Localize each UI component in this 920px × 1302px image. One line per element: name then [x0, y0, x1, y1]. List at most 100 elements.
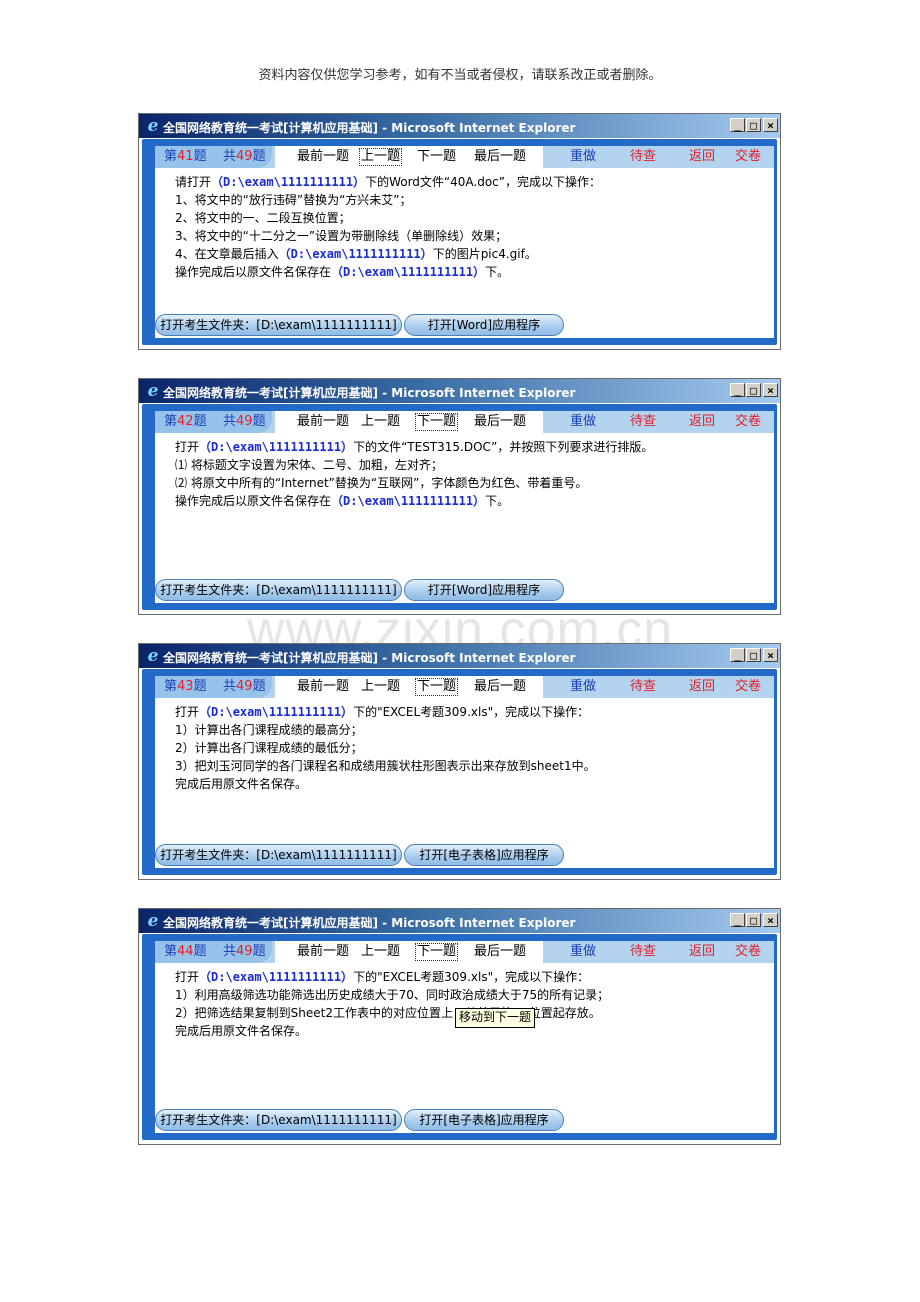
open-student-folder-button[interactable]: 打开考生文件夹：[D:\exam\1111111111] [155, 579, 402, 601]
line-text: 1）计算出各门课程成绩的最高分； [175, 723, 363, 737]
prev-question-button[interactable]: 上一题 [359, 148, 403, 166]
submit-button[interactable]: 交卷 [735, 944, 761, 960]
close-icon[interactable]: × [763, 648, 778, 662]
open-application-button[interactable]: 打开[Word]应用程序 [404, 314, 564, 336]
open-application-button[interactable]: 打开[电子表格]应用程序 [404, 844, 564, 866]
question-counter: 第44题 共49题 [155, 941, 272, 963]
last-question-button[interactable]: 最后一题 [472, 414, 528, 430]
maximize-icon[interactable]: □ [746, 913, 761, 927]
prev-question-button[interactable]: 上一题 [359, 414, 402, 430]
minimize-icon[interactable]: _ [730, 913, 745, 927]
window-title: 全国网络教育统一考试[计算机应用基础] - Microsoft Internet… [163, 121, 576, 135]
question-line: 操作完成后以原文件名保存在（D:\exam\1111111111）下。 [175, 263, 765, 281]
window-titlebar[interactable]: e 全国网络教育统一考试[计算机应用基础] - Microsoft Intern… [139, 379, 780, 403]
question-nav-bar: 第42题 共49题 最前一题 上一题 下一题 最后一题 重做 待查 返回 交卷 [155, 411, 774, 433]
first-question-button[interactable]: 最前一题 [295, 414, 351, 430]
current-question: 第41题 [164, 149, 207, 164]
back-button[interactable]: 返回 [689, 944, 715, 960]
question-line: 完成后用原文件名保存。 [175, 775, 765, 793]
question-line: 2、将文中的一、二段互换位置； [175, 209, 765, 227]
page-note: 资料内容仅供您学习参考，如有不当或者侵权，请联系改正或者删除。 [258, 68, 662, 83]
exam-path: （D:\exam\1111111111） [199, 705, 354, 719]
question-line: 3、将文中的“十二分之一”设置为带删除线（单删除线）效果； [175, 227, 765, 245]
question-line: 操作完成后以原文件名保存在（D:\exam\1111111111）下。 [175, 492, 765, 510]
question-counter: 第41题 共49题 [155, 146, 272, 168]
maximize-icon[interactable]: □ [746, 383, 761, 397]
exam-window-q41: e 全国网络教育统一考试[计算机应用基础] - Microsoft Intern… [138, 113, 781, 350]
next-question-button[interactable]: 下一题 [415, 149, 458, 165]
close-icon[interactable]: × [763, 913, 778, 927]
line-text: 完成后用原文件名保存。 [175, 1024, 308, 1038]
open-student-folder-button[interactable]: 打开考生文件夹：[D:\exam\1111111111] [155, 1109, 402, 1131]
submit-button[interactable]: 交卷 [735, 414, 761, 430]
internet-explorer-icon: e [147, 381, 159, 401]
question-nav-buttons: 最前一题 上一题 下一题 最后一题 [275, 146, 543, 168]
redo-button[interactable]: 重做 [570, 149, 596, 165]
exam-frame: 第41题 共49题 最前一题 上一题 下一题 最后一题 重做 待查 返回 交卷 [142, 139, 777, 345]
question-nav-buttons: 最前一题 上一题 下一题 最后一题 [275, 411, 543, 433]
line-text: 下的Word文件“40A.doc”，完成以下操作： [365, 175, 601, 189]
line-text: 下。 [485, 265, 510, 279]
window-titlebar[interactable]: e 全国网络教育统一考试[计算机应用基础] - Microsoft Intern… [139, 909, 780, 933]
open-application-button[interactable]: 打开[Word]应用程序 [404, 579, 564, 601]
line-text: 操作完成后以原文件名保存在 [175, 265, 332, 279]
first-question-button[interactable]: 最前一题 [295, 944, 351, 960]
exam-window-q44: e 全国网络教育统一考试[计算机应用基础] - Microsoft Intern… [138, 908, 781, 1145]
line-text: 4、在文章最后插入 [175, 247, 279, 261]
review-button[interactable]: 待查 [630, 944, 656, 960]
minimize-icon[interactable]: _ [730, 383, 745, 397]
current-question: 第44题 [164, 944, 207, 959]
question-line: 1）计算出各门课程成绩的最高分； [175, 721, 765, 739]
first-question-button[interactable]: 最前一题 [295, 679, 351, 695]
first-question-button[interactable]: 最前一题 [295, 149, 351, 165]
exam-panel: 第42题 共49题 最前一题 上一题 下一题 最后一题 重做 待查 返回 交卷 [155, 411, 774, 603]
last-question-button[interactable]: 最后一题 [472, 944, 528, 960]
last-question-button[interactable]: 最后一题 [472, 679, 528, 695]
open-student-folder-button[interactable]: 打开考生文件夹：[D:\exam\1111111111] [155, 844, 402, 866]
total-questions: 共49题 [223, 679, 266, 694]
redo-button[interactable]: 重做 [570, 944, 596, 960]
submit-button[interactable]: 交卷 [735, 149, 761, 165]
close-icon[interactable]: × [763, 383, 778, 397]
close-icon[interactable]: × [763, 118, 778, 132]
maximize-icon[interactable]: □ [746, 648, 761, 662]
last-question-button[interactable]: 最后一题 [472, 149, 528, 165]
next-question-button[interactable]: 下一题 [415, 678, 459, 696]
minimize-icon[interactable]: _ [730, 648, 745, 662]
back-button[interactable]: 返回 [689, 149, 715, 165]
question-line: 3）把刘玉河同学的各门课程名和成绩用簇状柱形图表示出来存放到sheet1中。 [175, 757, 765, 775]
redo-button[interactable]: 重做 [570, 414, 596, 430]
current-question: 第42题 [164, 414, 207, 429]
line-text: 操作完成后以原文件名保存在 [175, 494, 332, 508]
window-titlebar[interactable]: e 全国网络教育统一考试[计算机应用基础] - Microsoft Intern… [139, 644, 780, 668]
exam-path: （D:\exam\1111111111） [331, 265, 486, 279]
exam-frame: 第44题 共49题 最前一题 上一题 下一题 最后一题 重做 待查 返回 交卷 [142, 934, 777, 1140]
next-question-button[interactable]: 下一题 [415, 413, 459, 431]
action-bar: 重做 待查 返回 交卷 [544, 146, 774, 168]
window-titlebar[interactable]: e 全国网络教育统一考试[计算机应用基础] - Microsoft Intern… [139, 114, 780, 138]
prev-question-button[interactable]: 上一题 [359, 679, 402, 695]
prev-question-button[interactable]: 上一题 [359, 944, 402, 960]
back-button[interactable]: 返回 [689, 679, 715, 695]
minimize-icon[interactable]: _ [730, 118, 745, 132]
submit-button[interactable]: 交卷 [735, 679, 761, 695]
maximize-icon[interactable]: □ [746, 118, 761, 132]
internet-explorer-icon: e [147, 646, 159, 666]
back-button[interactable]: 返回 [689, 414, 715, 430]
exam-path: （D:\exam\1111111111） [211, 175, 366, 189]
question-text: 打开（D:\exam\1111111111）下的文件“TEST315.DOC”，… [175, 438, 765, 510]
redo-button[interactable]: 重做 [570, 679, 596, 695]
review-button[interactable]: 待查 [630, 149, 656, 165]
action-bar: 重做 待查 返回 交卷 [544, 676, 774, 698]
question-line: 4、在文章最后插入（D:\exam\1111111111）下的图片pic4.gi… [175, 245, 765, 263]
question-line: 打开（D:\exam\1111111111）下的"EXCEL考题309.xls"… [175, 968, 765, 986]
line-text: 打开 [175, 970, 200, 984]
question-line: 打开（D:\exam\1111111111）下的"EXCEL考题309.xls"… [175, 703, 765, 721]
next-question-button[interactable]: 下一题 [415, 943, 459, 961]
open-application-button[interactable]: 打开[电子表格]应用程序 [404, 1109, 564, 1131]
review-button[interactable]: 待查 [630, 414, 656, 430]
review-button[interactable]: 待查 [630, 679, 656, 695]
line-text: 下的图片pic4.gif。 [432, 247, 537, 261]
open-student-folder-button[interactable]: 打开考生文件夹：[D:\exam\1111111111] [155, 314, 402, 336]
exam-panel: 第43题 共49题 最前一题 上一题 下一题 最后一题 重做 待查 返回 交卷 [155, 676, 774, 868]
